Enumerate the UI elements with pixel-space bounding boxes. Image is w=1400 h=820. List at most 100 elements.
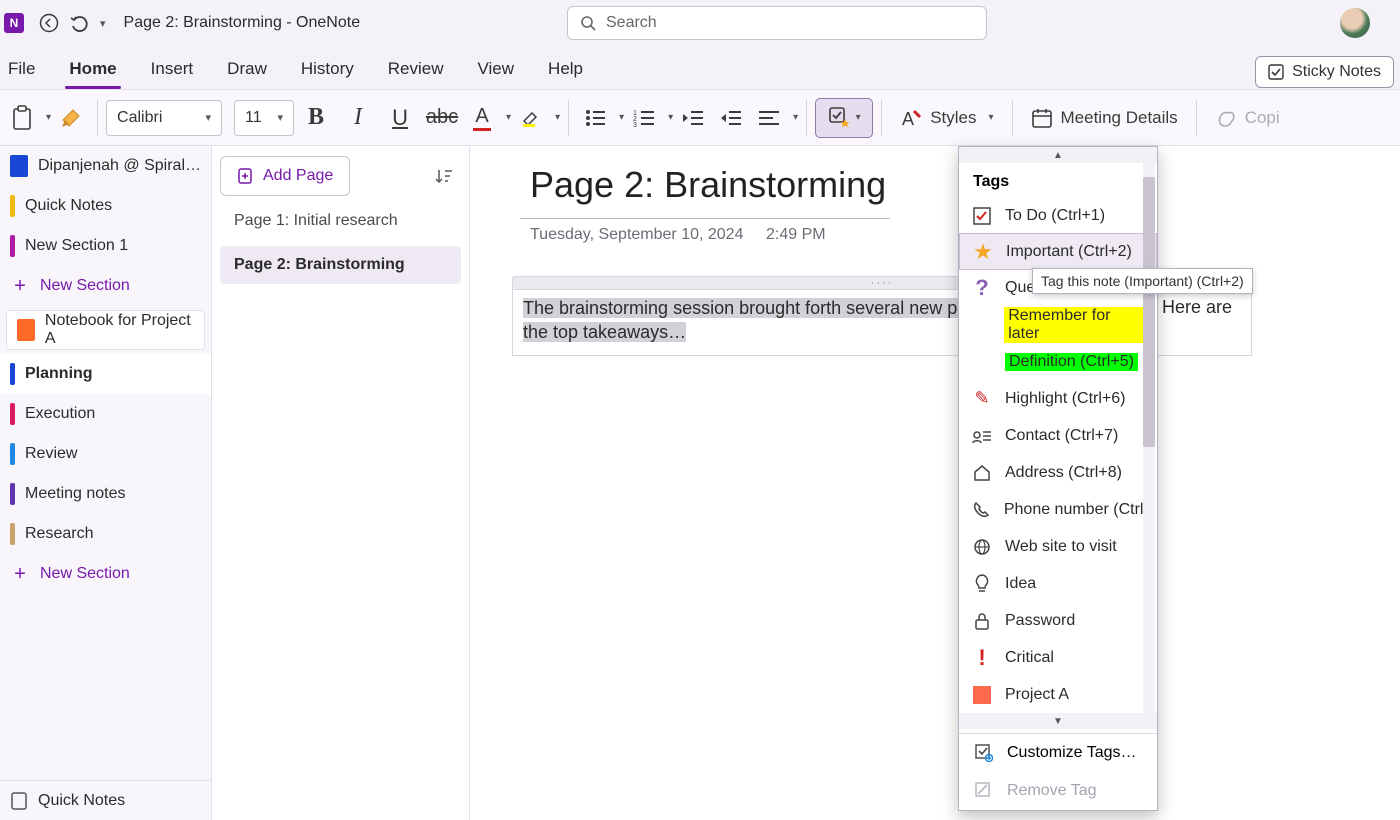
align-button[interactable] bbox=[751, 98, 787, 138]
page-canvas[interactable]: Page 2: Brainstorming Tuesday, September… bbox=[470, 146, 1400, 820]
numbering-button[interactable]: 123 bbox=[626, 98, 662, 138]
note-text-line1: The brainstorming session brought forth … bbox=[523, 298, 982, 318]
tag-label: Que bbox=[1005, 279, 1035, 297]
italic-button[interactable]: I bbox=[338, 98, 378, 138]
back-button[interactable] bbox=[34, 8, 64, 38]
paste-dropdown[interactable]: ▾ bbox=[46, 112, 51, 123]
copilot-icon bbox=[1215, 107, 1237, 129]
page-item-initial-research[interactable]: Page 1: Initial research bbox=[220, 202, 461, 240]
font-size-box[interactable]: 11▾ bbox=[234, 100, 294, 136]
sticky-notes-label: Sticky Notes bbox=[1292, 63, 1381, 81]
account-label: Dipanjenah @ Spiral… bbox=[38, 157, 201, 175]
tag-contact[interactable]: Contact (Ctrl+7) bbox=[959, 417, 1157, 454]
section-research[interactable]: Research bbox=[0, 514, 211, 554]
tag-critical[interactable]: ! Critical bbox=[959, 639, 1157, 676]
format-painter-button[interactable] bbox=[53, 98, 89, 138]
menu-insert[interactable]: Insert bbox=[147, 51, 198, 89]
paste-button[interactable] bbox=[4, 98, 40, 138]
sticky-notes-button[interactable]: Sticky Notes bbox=[1255, 56, 1394, 88]
tag-password[interactable]: Password bbox=[959, 602, 1157, 639]
tag-project-a[interactable]: Project A bbox=[959, 676, 1157, 713]
onenote-app-icon: N bbox=[4, 13, 24, 33]
bullets-icon bbox=[584, 108, 606, 128]
section-planning[interactable]: Planning bbox=[0, 354, 211, 394]
styles-button[interactable]: A Styles▾ bbox=[890, 98, 1003, 138]
add-page-button[interactable]: Add Page bbox=[220, 156, 350, 196]
bold-button[interactable]: B bbox=[296, 98, 336, 138]
tag-important[interactable]: ★ Important (Ctrl+2) bbox=[959, 233, 1157, 270]
svg-text:3: 3 bbox=[633, 122, 637, 128]
tag-checkbox-star-icon bbox=[828, 106, 852, 130]
font-color-dropdown[interactable]: ▾ bbox=[506, 112, 511, 123]
section-new-section-1[interactable]: New Section 1 bbox=[0, 226, 211, 266]
section-meeting-notes[interactable]: Meeting notes bbox=[0, 474, 211, 514]
section-review[interactable]: Review bbox=[0, 434, 211, 474]
page-title[interactable]: Page 2: Brainstorming bbox=[530, 164, 886, 206]
question-icon: ? bbox=[971, 275, 993, 301]
font-color-button[interactable]: A bbox=[464, 98, 500, 138]
menu-draw[interactable]: Draw bbox=[223, 51, 271, 89]
tag-label: Remember for later bbox=[1004, 307, 1145, 343]
checkbox-icon bbox=[971, 207, 993, 225]
tag-remember[interactable]: Remember for later bbox=[959, 306, 1157, 343]
tag-label: Definition (Ctrl+5) bbox=[1005, 353, 1138, 371]
align-dropdown[interactable]: ▾ bbox=[793, 112, 798, 123]
indent-button[interactable] bbox=[713, 98, 749, 138]
customize-tags-label: Customize Tags… bbox=[1007, 744, 1137, 762]
section-label: Quick Notes bbox=[25, 197, 112, 215]
undo-button[interactable] bbox=[64, 8, 94, 38]
meeting-details-button[interactable]: Meeting Details bbox=[1021, 98, 1188, 138]
bullets-button[interactable] bbox=[577, 98, 613, 138]
tag-label: Project A bbox=[1005, 686, 1069, 704]
menu-view[interactable]: View bbox=[474, 51, 519, 89]
highlight-button[interactable] bbox=[513, 98, 549, 138]
account-row[interactable]: Dipanjenah @ Spiral… bbox=[0, 146, 211, 186]
customize-icon bbox=[975, 744, 993, 762]
tags-gallery-button[interactable]: ▾ bbox=[815, 98, 873, 138]
tag-address[interactable]: Address (Ctrl+8) bbox=[959, 454, 1157, 491]
scrollbar-thumb[interactable] bbox=[1143, 177, 1155, 447]
section-quick-notes[interactable]: Quick Notes bbox=[0, 186, 211, 226]
format-painter-icon bbox=[59, 106, 83, 130]
tag-phone[interactable]: Phone number (Ctrl+ bbox=[959, 491, 1157, 528]
scroll-down-arrow[interactable]: ▼ bbox=[959, 713, 1157, 729]
menu-history[interactable]: History bbox=[297, 51, 358, 89]
font-family-value: Calibri bbox=[117, 109, 162, 127]
tag-todo[interactable]: To Do (Ctrl+1) bbox=[959, 197, 1157, 234]
tag-definition[interactable]: Definition (Ctrl+5) bbox=[959, 343, 1157, 380]
tag-idea[interactable]: Idea bbox=[959, 565, 1157, 602]
notebook-icon bbox=[10, 155, 28, 177]
qat-customize-caret[interactable]: ▾ bbox=[100, 17, 106, 30]
menu-file[interactable]: File bbox=[4, 51, 39, 89]
quick-notes-bottom[interactable]: Quick Notes bbox=[0, 780, 211, 820]
highlight-dropdown[interactable]: ▾ bbox=[555, 112, 560, 123]
menu-review[interactable]: Review bbox=[384, 51, 448, 89]
menu-home[interactable]: Home bbox=[65, 51, 120, 89]
tag-website[interactable]: Web site to visit bbox=[959, 528, 1157, 565]
phone-icon bbox=[971, 501, 992, 519]
add-new-section-bottom[interactable]: +New Section bbox=[0, 554, 211, 594]
font-family-box[interactable]: Calibri▾ bbox=[106, 100, 222, 136]
add-new-section-top[interactable]: +New Section bbox=[0, 266, 211, 306]
numbering-dropdown[interactable]: ▾ bbox=[668, 112, 673, 123]
customize-tags[interactable]: Customize Tags… bbox=[959, 734, 1157, 772]
bullets-dropdown[interactable]: ▾ bbox=[619, 112, 624, 123]
menu-help[interactable]: Help bbox=[544, 51, 587, 89]
sort-pages-button[interactable] bbox=[427, 156, 461, 196]
user-avatar[interactable] bbox=[1340, 8, 1370, 38]
strikethrough-button[interactable]: abc bbox=[422, 98, 462, 138]
copilot-button[interactable]: Copi bbox=[1205, 98, 1290, 138]
scroll-up-arrow[interactable]: ▲ bbox=[959, 147, 1157, 163]
underline-button[interactable]: U bbox=[380, 98, 420, 138]
bulb-icon bbox=[971, 574, 993, 594]
tag-highlight[interactable]: ✎ Highlight (Ctrl+6) bbox=[959, 380, 1157, 417]
page-item-brainstorming[interactable]: Page 2: Brainstorming bbox=[220, 246, 461, 284]
tag-label: Address (Ctrl+8) bbox=[1005, 464, 1122, 482]
search-placeholder: Search bbox=[606, 14, 657, 32]
lock-icon bbox=[971, 612, 993, 630]
search-box[interactable]: Search bbox=[567, 6, 987, 40]
sort-icon bbox=[435, 167, 453, 185]
notebook-project-a[interactable]: Notebook for Project A bbox=[6, 310, 205, 350]
section-execution[interactable]: Execution bbox=[0, 394, 211, 434]
outdent-button[interactable] bbox=[675, 98, 711, 138]
